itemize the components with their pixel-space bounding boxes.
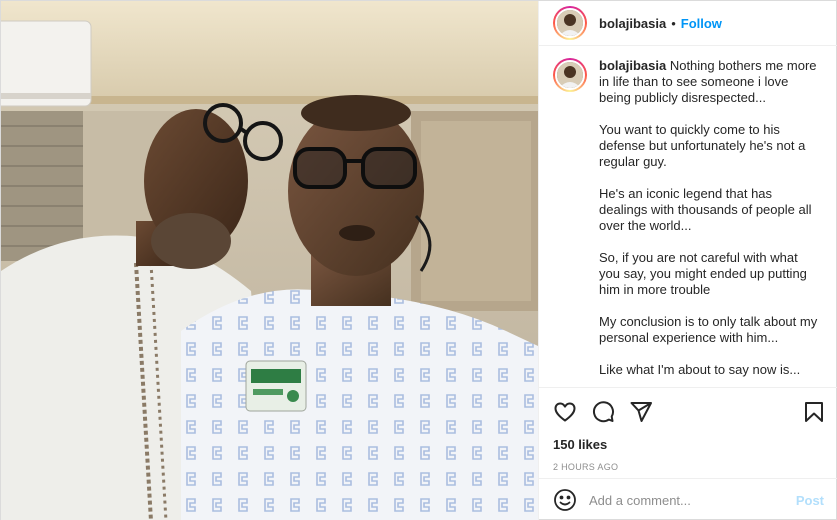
post-sidebar: bolajibasia • Follow bolajibasia Nothing… <box>538 1 837 520</box>
bookmark-icon[interactable] <box>802 400 826 424</box>
likes-count[interactable]: 150 likes <box>539 435 837 455</box>
post-photo-image <box>1 1 538 520</box>
caption-paragraph: Like what I'm about to say now is... <box>599 362 801 377</box>
avatar[interactable] <box>553 6 587 40</box>
heart-icon[interactable] <box>553 400 577 424</box>
caption-paragraph: You want to quickly come to his defense … <box>599 122 806 169</box>
comment-bar: Post <box>539 479 837 520</box>
post-timestamp[interactable]: 2 HOURS AGO <box>539 455 837 479</box>
comment-input[interactable] <box>589 492 796 508</box>
caption-username[interactable]: bolajibasia <box>599 58 666 73</box>
comment-icon[interactable] <box>591 400 615 424</box>
separator-dot: • <box>671 15 676 31</box>
send-icon[interactable] <box>629 400 653 424</box>
caption-paragraph: He's an iconic legend that has dealings … <box>599 186 812 233</box>
follow-button[interactable]: Follow <box>681 16 722 31</box>
emoji-icon[interactable] <box>553 488 577 512</box>
post-header: bolajibasia • Follow <box>539 1 837 46</box>
header-username[interactable]: bolajibasia <box>599 16 666 31</box>
caption-paragraph: So, if you are not careful with what you… <box>599 250 807 297</box>
caption-text: bolajibasia Nothing bothers me more in l… <box>599 58 822 387</box>
caption-avatar[interactable] <box>553 58 587 92</box>
instagram-post: bolajibasia • Follow bolajibasia Nothing… <box>0 0 837 520</box>
post-comment-button[interactable]: Post <box>796 493 824 508</box>
caption-paragraph: My conclusion is to only talk about my p… <box>599 314 818 345</box>
caption-area[interactable]: bolajibasia Nothing bothers me more in l… <box>539 46 837 387</box>
post-photo[interactable] <box>1 1 538 520</box>
action-bar <box>539 387 837 435</box>
